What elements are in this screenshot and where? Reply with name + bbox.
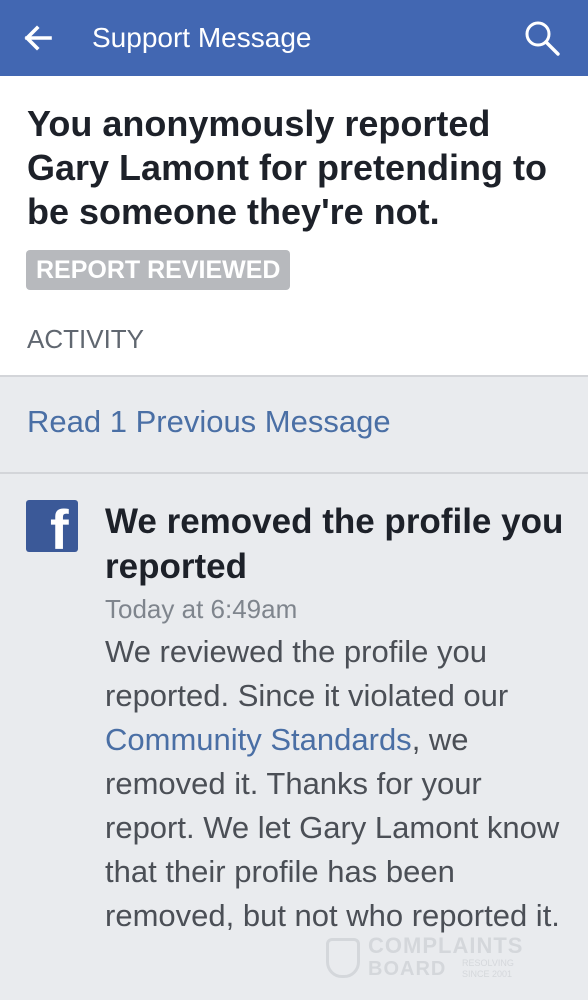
activity-label: ACTIVITY — [27, 324, 145, 354]
watermark-tagline: RESOLVING SINCE 2001 — [462, 958, 514, 979]
status-badge: REPORT REVIEWED — [26, 250, 291, 290]
message-title: We removed the profile you reported — [105, 502, 564, 586]
report-summary: You anonymously reported Gary Lamont for… — [0, 76, 588, 375]
page-title: Support Message — [92, 22, 312, 53]
message-body: We reviewed the profile you reported. Si… — [105, 630, 575, 938]
watermark-line1: COMPLAINTS — [368, 933, 524, 958]
message-timestamp: Today at 6:49am — [105, 594, 298, 624]
read-previous-message-link[interactable]: Read 1 Previous Message — [27, 400, 391, 444]
shield-icon — [326, 938, 360, 978]
search-icon — [525, 21, 560, 56]
back-button[interactable] — [18, 20, 58, 56]
message-body-text: We reviewed the profile you reported. Si… — [105, 634, 509, 713]
community-standards-link[interactable]: Community Standards — [105, 722, 412, 757]
app-header: Support Message — [0, 0, 588, 76]
report-title: You anonymously reported Gary Lamont for… — [27, 103, 548, 232]
divider — [0, 472, 588, 474]
divider — [0, 375, 588, 377]
complaints-board-watermark: COMPLAINTS BOARD RESOLVING SINCE 2001 — [326, 932, 556, 982]
facebook-logo-icon: f — [26, 500, 78, 552]
arrow-left-icon — [24, 25, 52, 51]
search-button[interactable] — [518, 16, 566, 60]
watermark-line2: BOARD — [368, 958, 447, 980]
